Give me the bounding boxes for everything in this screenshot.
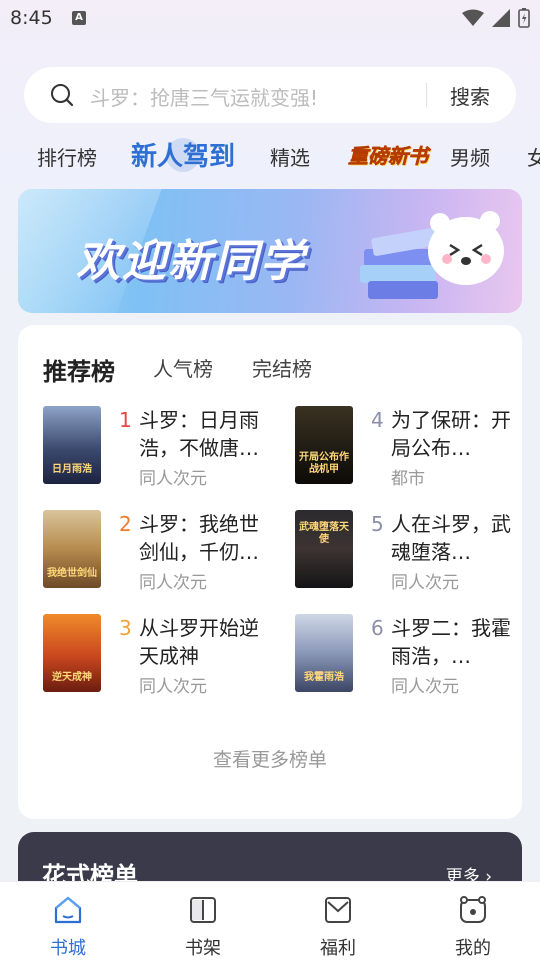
status-time: 8:45 (10, 7, 53, 29)
book-cover: 开局公布作战机甲 (295, 406, 353, 484)
book-title: 从斗罗开始逆天成神 (139, 616, 259, 668)
status-bar: 8:45 A (0, 0, 540, 36)
notification-icon: A (72, 11, 86, 25)
tab-newcomer[interactable]: 新人驾到 (131, 136, 235, 173)
tab-female[interactable]: 女 (527, 142, 540, 171)
book-cover: 逆天成神 (43, 614, 101, 692)
nav-label: 书架 (185, 938, 221, 959)
book-title: 为了保研：开局公布… (391, 408, 511, 460)
home-icon (54, 896, 82, 924)
nav-label: 福利 (320, 938, 356, 959)
nav-label: 书城 (50, 938, 86, 959)
nav-bookshelf[interactable]: 书架 (163, 894, 243, 960)
book-rank: 3 (119, 616, 132, 640)
nav-welfare[interactable]: 福利 (298, 894, 378, 960)
more-rankings-link[interactable]: 查看更多榜单 (18, 745, 522, 772)
tab-recommended[interactable]: 推荐榜 (43, 352, 115, 387)
book-rank: 1 (119, 408, 132, 432)
welcome-banner[interactable]: 欢迎新同学 (18, 189, 522, 313)
ranking-card: 推荐榜 人气榜 完结榜 日月雨浩 1 斗罗：日月雨浩，不做唐… 同人次元 我绝世… (18, 325, 522, 819)
bookshelf-icon (190, 897, 216, 923)
search-divider (426, 83, 427, 107)
bottom-nav: 书城 书架 福利 我的 (0, 881, 540, 961)
book-category: 同人次元 (139, 469, 207, 489)
mascot-icon (360, 211, 504, 299)
category-tabs: 排行榜 新人驾到 精选 重磅新书 男频 女 (0, 136, 540, 176)
book-cover: 我绝世剑仙 (43, 510, 101, 588)
tab-completed[interactable]: 完结榜 (252, 353, 312, 382)
book-category: 同人次元 (139, 677, 207, 697)
banner-text: 欢迎新同学 (76, 236, 306, 287)
book-item-3[interactable]: 逆天成神 3 从斗罗开始逆天成神 同人次元 (43, 614, 283, 704)
book-cover: 武魂堕落天使 (295, 510, 353, 588)
tab-ranking[interactable]: 排行榜 (37, 142, 97, 171)
book-item-2[interactable]: 我绝世剑仙 2 斗罗：我绝世剑仙，千仞… 同人次元 (43, 510, 283, 600)
book-rank: 5 (371, 512, 384, 536)
profile-icon (460, 896, 486, 923)
book-rank: 4 (371, 408, 384, 432)
book-cover: 日月雨浩 (43, 406, 101, 484)
book-category: 同人次元 (139, 573, 207, 593)
tab-popular[interactable]: 人气榜 (153, 353, 213, 382)
book-title: 斗罗：日月雨浩，不做唐… (139, 408, 259, 460)
book-item-5[interactable]: 武魂堕落天使 5 人在斗罗，武魂堕落… 同人次元 (295, 510, 535, 600)
search-button[interactable]: 搜索 (450, 81, 490, 110)
tab-featured[interactable]: 精选 (270, 142, 310, 171)
tab-new-books[interactable]: 重磅新书 (348, 140, 429, 169)
nav-bookstore[interactable]: 书城 (28, 894, 108, 960)
wifi-icon (462, 9, 484, 26)
book-category: 都市 (391, 469, 425, 489)
book-item-1[interactable]: 日月雨浩 1 斗罗：日月雨浩，不做唐… 同人次元 (43, 406, 283, 496)
gift-icon (325, 897, 351, 923)
book-title: 斗罗二：我霍雨浩，… (391, 616, 511, 668)
book-item-6[interactable]: 我霍雨浩 6 斗罗二：我霍雨浩，… 同人次元 (295, 614, 535, 704)
book-item-4[interactable]: 开局公布作战机甲 4 为了保研：开局公布… 都市 (295, 406, 535, 496)
book-title: 斗罗：我绝世剑仙，千仞… (139, 512, 259, 564)
search-input[interactable]: 斗罗：抢唐三气运就变强! (90, 82, 318, 111)
tab-male[interactable]: 男频 (450, 142, 490, 171)
nav-label: 我的 (455, 938, 491, 959)
signal-icon (492, 9, 510, 27)
book-title: 人在斗罗，武魂堕落… (391, 512, 511, 564)
search-bar[interactable]: 斗罗：抢唐三气运就变强! 搜索 (24, 67, 516, 123)
book-rank: 6 (371, 616, 384, 640)
book-category: 同人次元 (391, 677, 459, 697)
nav-profile[interactable]: 我的 (433, 894, 513, 960)
search-icon (51, 84, 74, 107)
book-cover: 我霍雨浩 (295, 614, 353, 692)
book-rank: 2 (119, 512, 132, 536)
book-category: 同人次元 (391, 573, 459, 593)
battery-icon (518, 8, 530, 28)
